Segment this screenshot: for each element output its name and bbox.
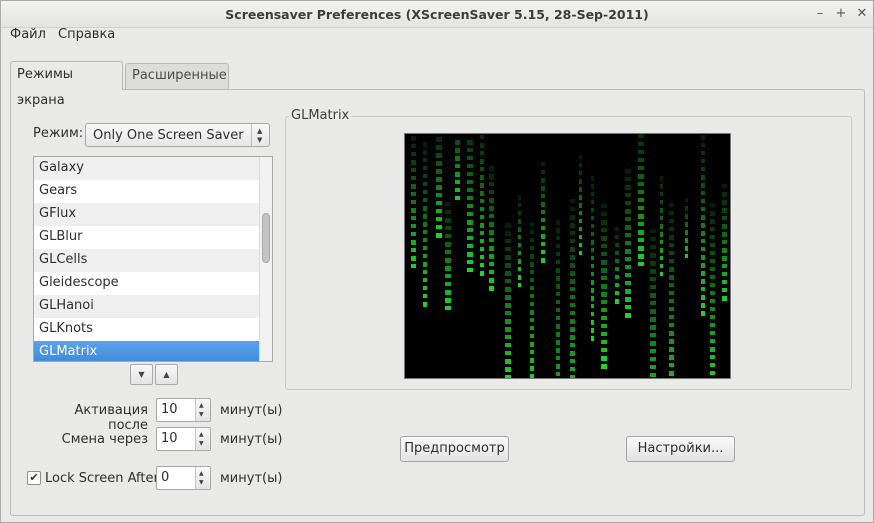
cycle-value[interactable]: 10 <box>161 431 178 446</box>
combo-arrows-icon: ▲ ▼ <box>251 124 269 146</box>
list-item[interactable]: GLBlur <box>34 226 260 249</box>
title-bar[interactable]: Screensaver Preferences (XScreenSaver 5.… <box>1 1 873 28</box>
list-scrollbar[interactable] <box>259 157 272 361</box>
list-item[interactable]: GFlux <box>34 203 260 226</box>
cycle-stepper[interactable]: ▲ ▼ <box>195 428 210 450</box>
activate-label: Активация после <box>74 403 148 433</box>
checkmark-icon: ✔ <box>29 471 39 484</box>
scrollbar-thumb[interactable] <box>262 213 270 263</box>
activate-spinbox[interactable]: 10 ▲ ▼ <box>156 398 211 422</box>
move-down-button[interactable]: ▼ <box>130 364 153 385</box>
mode-combo[interactable]: Only One Screen Saver ▲ ▼ <box>85 123 270 147</box>
cycle-unit: минут(ы) <box>220 432 283 447</box>
settings-button[interactable]: Настройки... <box>626 436 735 462</box>
mode-label: Режим: <box>33 126 84 141</box>
matrix-rain-image <box>411 134 727 378</box>
activate-stepper[interactable]: ▲ ▼ <box>195 399 210 421</box>
mode-combo-value: Only One Screen Saver <box>93 128 244 143</box>
preview-button[interactable]: Предпросмотр <box>400 436 509 462</box>
lock-checkbox[interactable]: ✔ <box>27 471 41 485</box>
lock-unit: минут(ы) <box>220 471 283 486</box>
screensaver-list[interactable]: Galaxy Gears GFlux GLBlur GLCells Gleide… <box>33 156 273 362</box>
lock-stepper[interactable]: ▲ ▼ <box>195 467 210 489</box>
list-item-selected[interactable]: GLMatrix <box>34 341 260 361</box>
cycle-spinbox[interactable]: 10 ▲ ▼ <box>156 427 211 451</box>
menu-file[interactable]: Файл <box>10 28 46 50</box>
screensaver-preferences-window: Screensaver Preferences (XScreenSaver 5.… <box>0 0 874 523</box>
activate-value[interactable]: 10 <box>161 402 178 417</box>
list-item[interactable]: GLKnots <box>34 318 260 341</box>
list-item[interactable]: Gears <box>34 180 260 203</box>
menu-bar: Файл Справка <box>1 28 873 50</box>
activate-unit: минут(ы) <box>220 403 283 418</box>
lock-spinbox[interactable]: 0 ▲ ▼ <box>156 466 211 490</box>
list-item[interactable]: GLCells <box>34 249 260 272</box>
window-title: Screensaver Preferences (XScreenSaver 5.… <box>225 7 649 22</box>
preview-title: GLMatrix <box>289 108 352 123</box>
move-up-button[interactable]: ▲ <box>155 364 178 385</box>
list-item[interactable]: Galaxy <box>34 157 260 180</box>
maximize-icon[interactable]: + <box>832 5 850 23</box>
lock-value[interactable]: 0 <box>161 470 169 485</box>
arrow-up-icon: ▲ <box>163 370 170 379</box>
arrow-down-icon: ▼ <box>138 370 145 379</box>
minimize-icon[interactable]: – <box>811 5 829 23</box>
cycle-label: Смена через <box>61 432 148 447</box>
menu-help[interactable]: Справка <box>58 28 115 50</box>
tab-display-modes[interactable]: Режимы экрана <box>10 61 123 108</box>
tab-advanced[interactable]: Расширенные <box>125 63 229 89</box>
list-item[interactable]: GLHanoi <box>34 295 260 318</box>
lock-label[interactable]: Lock Screen After <box>45 471 159 486</box>
preview-canvas <box>404 133 731 379</box>
list-item[interactable]: Gleidescope <box>34 272 260 295</box>
close-icon[interactable]: ✕ <box>853 5 871 23</box>
